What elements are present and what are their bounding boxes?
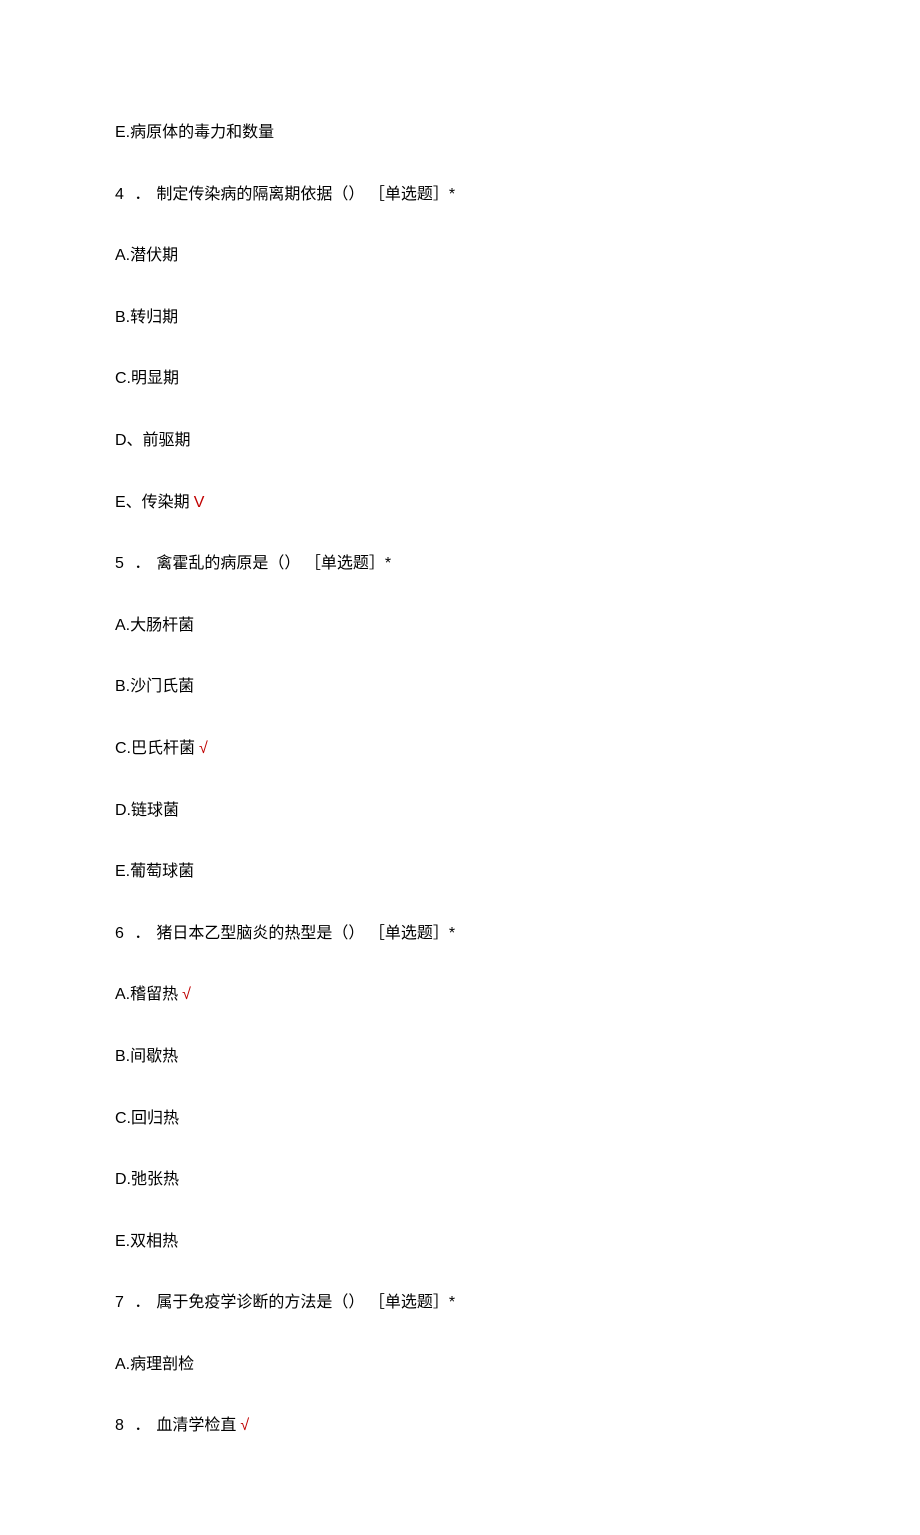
question-4: 4 ． 制定传染病的隔离期依据（） ［单选题］*: [115, 182, 805, 208]
separator: ．: [134, 1294, 150, 1311]
document-body: E.病原体的毒力和数量 4 ． 制定传染病的隔离期依据（） ［单选题］* A.潜伏…: [0, 0, 920, 1535]
q6-option-a: A.稽留热√: [115, 982, 805, 1008]
question-5: 5 ． 禽霍乱的病原是（） ［单选题］*: [115, 551, 805, 577]
q5-option-d: D.链球菌: [115, 798, 805, 824]
question-tag: ［单选题］*: [369, 186, 455, 203]
question-text: 血清学检直: [156, 1417, 236, 1434]
separator: ．: [134, 925, 150, 942]
question-text: 禽霍乱的病原是（）: [156, 555, 300, 572]
q5-option-c: C.巴氏杆菌√: [115, 736, 805, 762]
question-number: 8: [115, 1417, 124, 1434]
question-text: 制定传染病的隔离期依据（）: [156, 186, 364, 203]
q4-option-e: E、传染期V: [115, 490, 805, 516]
question-8: 8 ． 血清学检直√: [115, 1413, 805, 1439]
q5-option-e: E.葡萄球菌: [115, 859, 805, 885]
question-number: 6: [115, 925, 124, 942]
question-number: 5: [115, 555, 124, 572]
q5-option-a: A.大肠杆菌: [115, 613, 805, 639]
q4-option-d: D、前驱期: [115, 428, 805, 454]
option-label: C.巴氏杆菌: [115, 740, 195, 757]
correct-mark: √: [182, 986, 191, 1003]
question-7: 7 ． 属于免疫学诊断的方法是（） ［单选题］*: [115, 1290, 805, 1316]
separator: ．: [134, 186, 150, 203]
q4-option-c: C.明显期: [115, 366, 805, 392]
q5-option-b: B.沙门氏菌: [115, 674, 805, 700]
q6-option-c: C.回归热: [115, 1106, 805, 1132]
option-label: E、传染期: [115, 494, 190, 511]
question-6: 6 ． 猪日本乙型脑炎的热型是（） ［单选题］*: [115, 921, 805, 947]
q3-option-e: E.病原体的毒力和数量: [115, 120, 805, 146]
correct-mark: V: [194, 494, 205, 511]
correct-mark: √: [240, 1417, 249, 1434]
question-number: 7: [115, 1294, 124, 1311]
question-tag: ［单选题］*: [369, 1294, 455, 1311]
question-text: 属于免疫学诊断的方法是（）: [156, 1294, 364, 1311]
q6-option-b: B.间歇热: [115, 1044, 805, 1070]
q7-option-a: A.病理剖检: [115, 1352, 805, 1378]
separator: ．: [134, 1417, 150, 1434]
q4-option-a: A.潜伏期: [115, 243, 805, 269]
option-label: A.稽留热: [115, 986, 178, 1003]
q6-option-e: E.双相热: [115, 1229, 805, 1255]
q4-option-b: B.转归期: [115, 305, 805, 331]
correct-mark: √: [199, 740, 208, 757]
question-tag: ［单选题］*: [369, 925, 455, 942]
question-tag: ［单选题］*: [305, 555, 391, 572]
question-number: 4: [115, 186, 124, 203]
question-text: 猪日本乙型脑炎的热型是（）: [156, 925, 364, 942]
separator: ．: [134, 555, 150, 572]
q6-option-d: D.弛张热: [115, 1167, 805, 1193]
